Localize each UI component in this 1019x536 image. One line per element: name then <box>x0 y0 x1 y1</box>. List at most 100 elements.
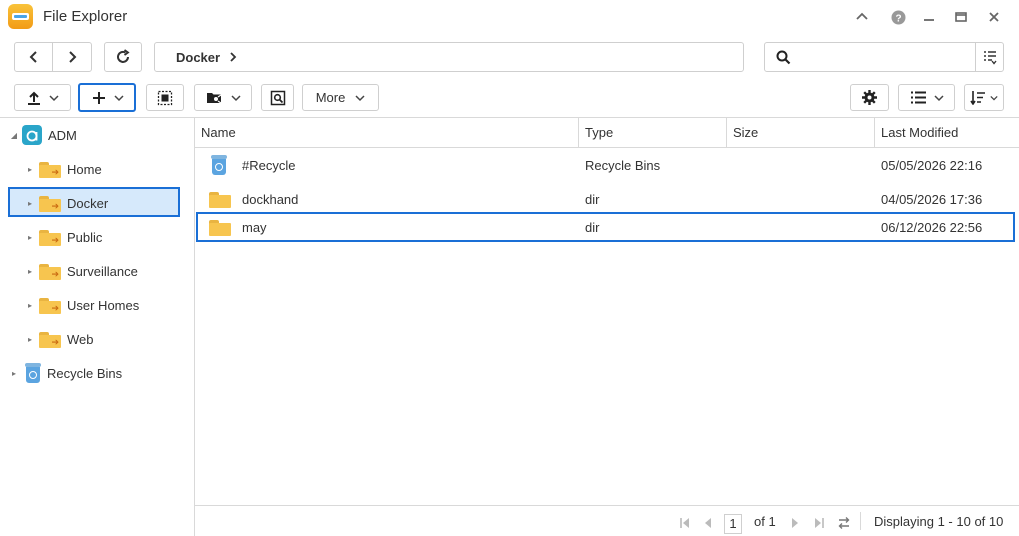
share-folder-icon <box>206 92 221 103</box>
view-mode-button[interactable] <box>898 84 955 111</box>
back-button[interactable] <box>15 43 53 71</box>
prev-page-icon[interactable] <box>703 517 713 529</box>
tree-item-adm[interactable]: ◢ ADM <box>8 121 77 149</box>
column-header-name[interactable]: Name <box>195 118 579 148</box>
sort-icon <box>970 91 985 105</box>
collapse-icon[interactable] <box>852 7 872 27</box>
svg-text:?: ? <box>895 13 901 24</box>
file-type: dir <box>585 219 600 235</box>
sort-button[interactable] <box>964 84 1004 111</box>
chevron-down-icon <box>230 94 241 101</box>
tree-item-public[interactable]: ▸ ➔ Public <box>24 223 102 251</box>
chevron-down-icon <box>113 94 124 101</box>
forward-button[interactable] <box>53 43 91 71</box>
collapsed-arrow-icon[interactable]: ▸ <box>24 301 36 310</box>
tree-item-surveillance[interactable]: ▸ ➔ Surveillance <box>24 257 138 285</box>
collapsed-arrow-icon[interactable]: ▸ <box>24 233 36 242</box>
tree-item-web[interactable]: ▸ ➔ Web <box>24 325 94 353</box>
file-name: #Recycle <box>242 157 296 173</box>
file-modified: 05/05/2026 22:16 <box>881 157 983 173</box>
list-view-icon <box>910 91 926 104</box>
pager-divider <box>860 512 861 530</box>
breadcrumb-docker[interactable]: Docker <box>176 50 220 65</box>
folder-icon <box>209 191 231 208</box>
table-row[interactable]: #Recycle Recycle Bins 05/05/2026 22:16 <box>195 150 1019 180</box>
tree-label: Surveillance <box>67 263 138 279</box>
tree-item-home[interactable]: ▸ ➔ Home <box>24 155 102 183</box>
file-type: dir <box>585 191 600 207</box>
recycle-bin-icon <box>211 155 227 175</box>
tree-label: Home <box>67 161 102 177</box>
file-name: may <box>242 219 267 235</box>
chevron-right-icon <box>69 51 77 63</box>
folder-icon <box>209 219 231 236</box>
preview-search-icon <box>270 90 285 105</box>
collapsed-arrow-icon[interactable]: ▸ <box>24 267 36 276</box>
tree-label: Recycle Bins <box>47 365 123 381</box>
file-type: Recycle Bins <box>585 157 661 173</box>
tree-label: Web <box>67 331 94 347</box>
folder-icon: ➔ <box>39 195 61 212</box>
folder-icon: ➔ <box>39 229 61 246</box>
search-box <box>764 42 1004 72</box>
preview-button[interactable] <box>261 84 294 111</box>
search-input[interactable] <box>765 43 975 71</box>
collapsed-arrow-icon[interactable]: ▸ <box>24 199 36 208</box>
chevron-right-icon <box>230 52 237 62</box>
table-row-selected[interactable]: may dir 06/12/2026 22:56 <box>195 212 1019 242</box>
address-bar[interactable]: Docker <box>154 42 744 72</box>
collapsed-arrow-icon[interactable]: ▸ <box>24 335 36 344</box>
tree-label: Public <box>67 229 103 245</box>
file-modified: 06/12/2026 22:56 <box>881 219 983 235</box>
column-header-size[interactable]: Size <box>727 118 875 148</box>
search-options-button[interactable] <box>975 43 1003 71</box>
help-icon[interactable]: ? <box>888 7 908 27</box>
folder-tree: ◢ ADM ▸ ➔ Home ▸ ➔ Docker ▸ ➔ Public ▸ ➔… <box>0 117 195 536</box>
select-all-button[interactable] <box>146 84 184 111</box>
maximize-icon[interactable] <box>951 7 971 27</box>
settings-button[interactable] <box>850 84 889 111</box>
file-modified: 04/05/2026 17:36 <box>881 191 983 207</box>
page-count: of 1 <box>754 514 776 529</box>
upload-button[interactable] <box>14 84 71 111</box>
column-header-modified[interactable]: Last Modified <box>875 118 1019 148</box>
title-bar: File Explorer ? <box>0 0 1019 34</box>
chevron-down-icon <box>933 94 944 101</box>
close-icon[interactable] <box>984 7 1004 27</box>
more-button[interactable]: More <box>302 84 379 111</box>
tree-item-user-homes[interactable]: ▸ ➔ User Homes <box>24 291 139 319</box>
page-number-input[interactable]: 1 <box>724 514 742 534</box>
adm-nas-icon <box>22 125 42 145</box>
pagination-bar: 1 of 1 Displaying 1 - 10 of 10 <box>195 505 1019 536</box>
file-name: dockhand <box>242 191 299 207</box>
refresh-list-icon[interactable] <box>837 516 851 530</box>
table-row[interactable]: dockhand dir 04/05/2026 17:36 <box>195 184 1019 214</box>
tree-label: Docker <box>67 195 109 211</box>
folder-icon: ➔ <box>39 263 61 280</box>
chevron-left-icon <box>29 51 37 63</box>
search-icon <box>776 50 791 65</box>
column-header-type[interactable]: Type <box>579 118 727 148</box>
expanded-arrow-icon[interactable]: ◢ <box>8 131 20 140</box>
create-new-button[interactable] <box>78 83 136 112</box>
chevron-down-icon <box>990 95 998 100</box>
refresh-icon <box>117 49 130 63</box>
folder-icon: ➔ <box>39 331 61 348</box>
chevron-down-icon <box>49 94 59 101</box>
tree-item-recycle-bins[interactable]: ▸ Recycle Bins <box>8 359 122 387</box>
refresh-button[interactable] <box>104 42 142 72</box>
collapsed-arrow-icon[interactable]: ▸ <box>24 165 36 174</box>
select-all-icon <box>157 90 173 105</box>
last-page-icon[interactable] <box>813 517 825 529</box>
minimize-icon[interactable] <box>919 7 939 27</box>
first-page-icon[interactable] <box>679 517 691 529</box>
file-list: Name Type Size Last Modified #Recycle Re… <box>195 117 1019 536</box>
chevron-down-icon <box>355 94 365 101</box>
tree-item-docker[interactable]: ▸ ➔ Docker <box>24 189 108 217</box>
upload-icon <box>28 91 40 105</box>
collapsed-arrow-icon[interactable]: ▸ <box>8 369 20 378</box>
recycle-bin-icon <box>25 363 41 383</box>
history-nav-group <box>14 42 92 72</box>
share-button[interactable] <box>194 84 252 111</box>
next-page-icon[interactable] <box>790 517 800 529</box>
